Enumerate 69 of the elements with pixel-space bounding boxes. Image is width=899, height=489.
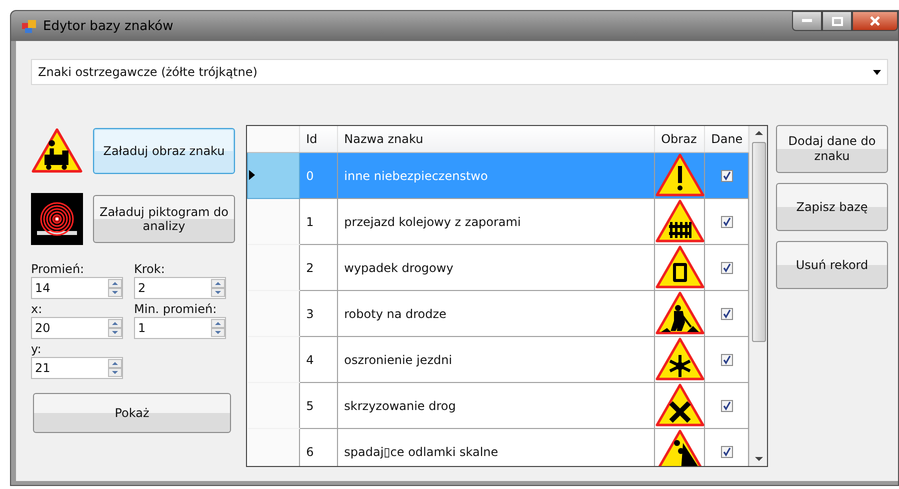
number-field[interactable]: 20 [31, 317, 123, 339]
table-cell: 3 [300, 290, 338, 336]
warning-sign-icon [655, 199, 706, 244]
maximize-button[interactable] [822, 11, 852, 31]
warning-sign-icon [655, 245, 706, 290]
checkbox[interactable] [720, 400, 733, 412]
table-row[interactable]: 4 oszronienie jezdni [248, 336, 749, 382]
table-cell: 6 [300, 428, 338, 466]
number-field[interactable]: 1 [134, 317, 226, 339]
table-row[interactable]: 5 skrzyzowanie drog [248, 382, 749, 428]
column-header[interactable]: Id [300, 126, 338, 152]
table-cell: oszronienie jezdni [338, 336, 655, 382]
column-header[interactable]: Obraz [654, 126, 705, 152]
table-row[interactable]: 6 spadaj▯ce odlamki skalne [248, 428, 749, 466]
dropdown-arrow-icon [873, 70, 881, 74]
number-field[interactable]: 21 [31, 357, 123, 379]
field-label: Krok: [134, 261, 166, 277]
table-cell: 4 [300, 336, 338, 382]
checkbox[interactable] [720, 170, 733, 182]
close-button[interactable] [852, 11, 898, 31]
action-button[interactable]: Dodaj dane do znaku [776, 125, 888, 173]
spinner-arrows-icon[interactable] [108, 279, 122, 297]
field-label: Promień: [31, 261, 86, 277]
number-field[interactable]: 14 [31, 277, 123, 299]
field-label: x: [31, 301, 44, 317]
checkbox[interactable] [720, 216, 733, 228]
spinner-arrows-icon[interactable] [108, 359, 122, 377]
load-sign-image-button[interactable]: Załaduj obraz znaku [93, 128, 235, 174]
column-header[interactable]: Dane [704, 126, 749, 152]
table-row[interactable]: 3 roboty na drodze [248, 290, 749, 336]
table-cell: roboty na drodze [338, 290, 655, 336]
current-row-icon [248, 170, 256, 180]
spinner-arrows-icon[interactable] [211, 279, 225, 297]
spinner-arrows-icon[interactable] [211, 319, 225, 337]
table-cell: przejazd kolejowy z zaporami [338, 198, 655, 244]
show-button[interactable]: Pokaż [33, 393, 231, 433]
checkbox[interactable] [720, 354, 733, 366]
checkbox[interactable] [720, 262, 733, 274]
number-field[interactable]: 2 [134, 277, 226, 299]
action-button[interactable]: Usuń rekord [776, 241, 888, 289]
maximize-icon [832, 16, 842, 26]
table-cell: 5 [300, 382, 338, 428]
checkbox[interactable] [720, 446, 733, 458]
table-cell: 0 [300, 152, 338, 198]
close-icon [870, 16, 880, 26]
category-dropdown[interactable]: Znaki ostrzegawcze (żółte trójkątne) [31, 59, 888, 85]
minimize-button[interactable] [792, 11, 822, 31]
warning-sign-icon [655, 291, 706, 336]
app-icon [21, 18, 37, 34]
warning-sign-icon [655, 153, 706, 198]
table-row[interactable]: 2 wypadek drogowy [248, 244, 749, 290]
table-row[interactable]: 1 przejazd kolejowy z zaporami [248, 198, 749, 244]
load-pictogram-button[interactable]: Załaduj piktogram do analizy [93, 195, 235, 243]
column-header[interactable]: Nazwa znaku [338, 126, 655, 152]
warning-sign-icon [655, 337, 706, 382]
spinner-arrows-icon[interactable] [108, 319, 122, 337]
checkbox[interactable] [720, 308, 733, 320]
table-cell: wypadek drogowy [338, 244, 655, 290]
warning-sign-icon [655, 383, 706, 428]
scrollbar[interactable] [749, 126, 767, 466]
table-cell: inne niebezpieczenstwo [338, 152, 655, 198]
table-cell: 2 [300, 244, 338, 290]
window-title: Edytor bazy znaków [43, 18, 174, 34]
minimize-icon [802, 19, 812, 23]
field-label: y: [31, 341, 42, 357]
table-cell: skrzyzowanie drog [338, 382, 655, 428]
field-label: Min. promień: [134, 301, 218, 317]
table-cell: 1 [300, 198, 338, 244]
action-button[interactable]: Zapisz bazę [776, 183, 888, 231]
